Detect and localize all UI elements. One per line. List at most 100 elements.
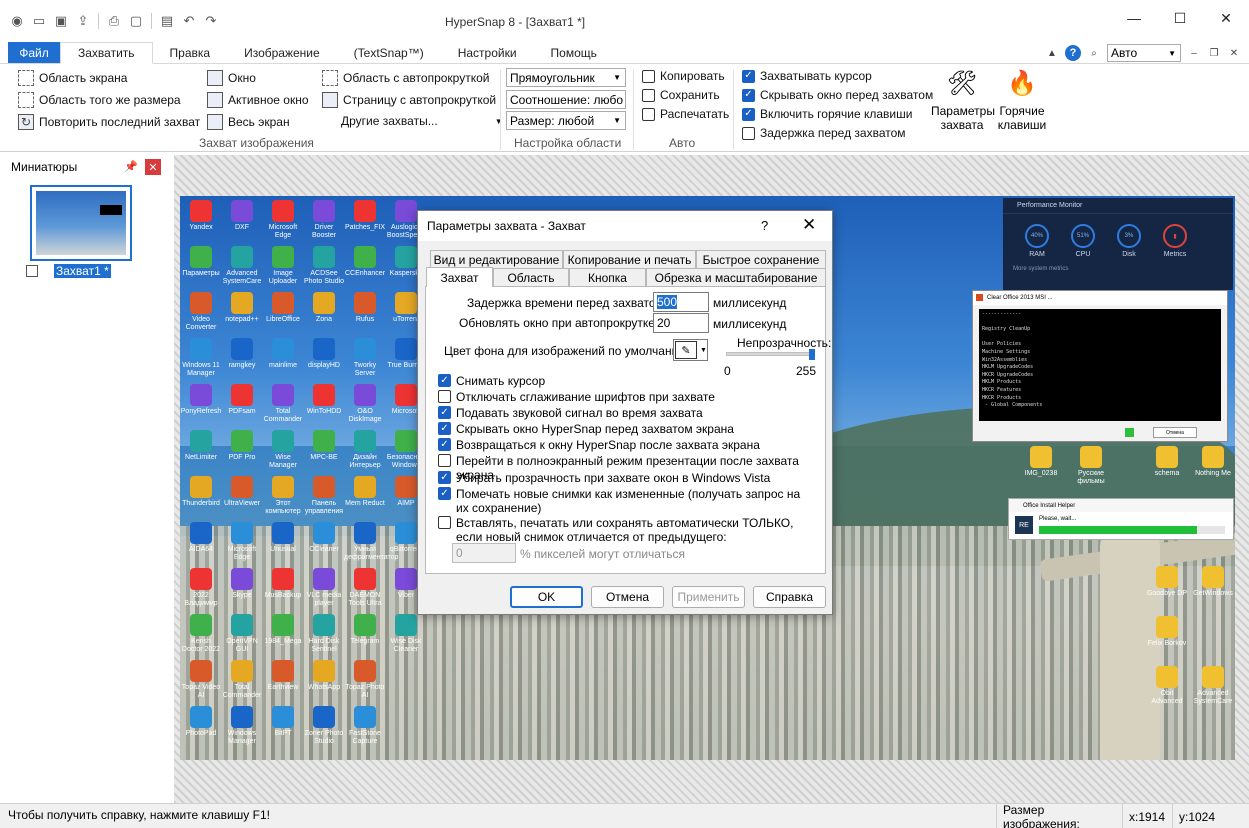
doc-restore-button[interactable]: ❐ [1207, 48, 1221, 59]
tab-quick-save[interactable]: Быстрое сохранение [696, 250, 826, 268]
desktop-icon[interactable]: Earthview [262, 660, 304, 692]
dialog-checkbox-row[interactable]: Отключать сглаживание шрифтов при захват… [438, 390, 813, 404]
desktop-icon[interactable]: Microsoft Edge [221, 522, 263, 562]
clipboard-icon[interactable]: ▤ [158, 13, 176, 29]
save-icon[interactable]: ▣ [52, 13, 70, 29]
desktop-icon[interactable]: Kerish Doctor 2022 [180, 614, 222, 654]
desktop-icon[interactable]: Telegram [344, 614, 386, 646]
close-button[interactable]: ✕ [1203, 0, 1249, 36]
apply-button[interactable]: Применить [672, 586, 745, 608]
desktop-icon[interactable]: Tworky Server [344, 338, 386, 378]
desktop-icon[interactable]: Панель управления [303, 476, 345, 516]
desktop-icon[interactable]: PonyRefresh [180, 384, 222, 416]
dialog-checkbox-row[interactable]: ✓ Скрывать окно HyperSnap перед захватом … [438, 422, 813, 436]
thumbnail-checkbox[interactable] [26, 265, 38, 277]
desktop-icon[interactable]: PDFsam [221, 384, 263, 416]
desktop-icon[interactable]: ACDSee Photo Studio [303, 246, 345, 286]
dialog-checkbox-row[interactable]: ✓ Помечать новые снимки как измененные (п… [438, 487, 813, 515]
desktop-icon[interactable]: UltraViewer [221, 476, 263, 508]
desktop-icon[interactable]: Total Commander [221, 660, 263, 700]
desktop-icon[interactable]: Умный дефрагментатор [344, 522, 398, 562]
capture-window-button[interactable]: Окно [207, 70, 256, 86]
desktop-icon[interactable]: Rufus [344, 292, 386, 324]
desktop-icon[interactable]: schema [1146, 446, 1188, 478]
capture-same-size-button[interactable]: Область того же размера [18, 92, 181, 108]
dialog-checkbox-row[interactable]: ✓ Подавать звуковой сигнал во время захва… [438, 406, 813, 420]
desktop-icon[interactable]: O&O DiskImage [344, 384, 386, 424]
tab-settings[interactable]: Настройки [441, 42, 534, 63]
desktop-icon[interactable]: Topaz Video AI [180, 660, 222, 700]
checkbox-box[interactable] [438, 516, 451, 529]
close-icon[interactable]: ✕ [145, 159, 161, 175]
tab-button[interactable]: Кнопка [569, 268, 646, 286]
dialog-close-button[interactable]: ✕ [802, 215, 816, 235]
desktop-icon[interactable]: DAEMON Tools Ultra [344, 568, 386, 608]
desktop-icon[interactable]: CCleaner [303, 522, 345, 554]
desktop-icon[interactable]: PDF Pro [221, 430, 263, 462]
desktop-icon[interactable]: Driver Booster [303, 200, 345, 240]
capture-fullscreen-button[interactable]: Весь экран [207, 114, 290, 130]
zoom-select[interactable]: Авто ▼ [1107, 44, 1181, 62]
undo-icon[interactable]: ↶ [180, 13, 198, 29]
desktop-icon[interactable]: Zona [303, 292, 345, 324]
dialog-checkbox-row[interactable]: ✓ Возвращаться к окну HyperSnap после зах… [438, 438, 813, 452]
desktop-icon[interactable]: Skype [221, 568, 263, 600]
help-button[interactable]: Справка [753, 586, 826, 608]
desktop-icon[interactable]: Microsoft Edge [262, 200, 304, 240]
capture-cursor-checkbox[interactable]: ✓ Захватывать курсор [742, 69, 872, 83]
checkbox-box[interactable] [438, 390, 451, 403]
checkbox-checked[interactable]: ✓ [438, 374, 451, 387]
desktop-icon[interactable]: Wise Manager [262, 430, 304, 470]
desktop-icon[interactable]: 1984_Mega [262, 614, 304, 646]
pin-icon[interactable]: 📌 [124, 160, 138, 173]
hotkeys-button[interactable]: 🔥 Горячие клавиши [991, 68, 1053, 133]
region-size-combo[interactable]: Размер: любой ▼ [506, 111, 626, 130]
desktop-icon[interactable]: Zoner Photo Studio [303, 706, 345, 746]
checkbox-checked[interactable]: ✓ [438, 406, 451, 419]
desktop-icon[interactable]: Русские фильмы [1070, 446, 1112, 486]
capture-params-button[interactable]: 🛠 Параметры захвата [931, 68, 995, 133]
cancel-button[interactable]: Отмена [591, 586, 664, 608]
desktop-icon[interactable]: Mem Reduct [344, 476, 386, 508]
print-icon[interactable]: ⎙ [105, 13, 123, 29]
desktop-icon[interactable]: MusBackup [262, 568, 304, 600]
desktop-icon[interactable]: BitPT [262, 706, 304, 738]
desktop-icon[interactable]: Felix Borkov [1146, 616, 1188, 648]
auto-save-checkbox[interactable]: Сохранить [642, 88, 720, 102]
checkbox-checked[interactable]: ✓ [438, 487, 451, 500]
desktop-icon[interactable]: LibreOffice [262, 292, 304, 324]
checkbox-checked[interactable]: ✓ [438, 422, 451, 435]
desktop-icon[interactable]: Этот компьютер [262, 476, 304, 516]
checkbox-box[interactable] [438, 454, 451, 467]
thumbnail-label[interactable]: Захват1 * [54, 264, 111, 278]
desktop-icon[interactable]: PhotoPad [180, 706, 222, 738]
desktop-icon[interactable]: Topaz Photo AI [344, 660, 386, 700]
desktop-icon[interactable]: Patches_FIX [344, 200, 386, 232]
desktop-icon[interactable]: Nothing Me [1192, 446, 1234, 478]
tab-capture[interactable]: Захватить [60, 42, 153, 64]
tab-capture[interactable]: Захват [426, 267, 493, 287]
hotkeys-checkbox[interactable]: ✓ Включить горячие клавиши [742, 107, 912, 121]
checkbox-checked[interactable]: ✓ [438, 438, 451, 451]
tab-copy-print[interactable]: Копирование и печать [563, 250, 696, 268]
capture-region-button[interactable]: Область экрана [18, 70, 127, 86]
auto-print-checkbox[interactable]: Распечатать [642, 107, 729, 121]
repeat-last-capture-button[interactable]: ↻ Повторить последний захват [18, 114, 200, 130]
dialog-checkbox-row[interactable]: ✓ Убирать прозрачность при захвате окон в… [438, 471, 813, 485]
desktop-icon[interactable]: Advanced SystemCare [221, 246, 263, 286]
desktop-icon[interactable]: mainlime [262, 338, 304, 370]
desktop-icon[interactable]: IMG_0238 [1020, 446, 1062, 478]
delay-checkbox[interactable]: Задержка перед захватом [742, 126, 906, 140]
desktop-icon[interactable]: Thunderbird [180, 476, 222, 508]
delay-input[interactable]: 500 [653, 292, 709, 312]
desktop-icon[interactable]: Windows Manager [221, 706, 263, 746]
maximize-button[interactable]: ☐ [1157, 0, 1203, 36]
refresh-input[interactable]: 20 [653, 313, 709, 333]
desktop-icon[interactable]: OpenVPN GUI [221, 614, 263, 654]
capture-autoscroll-region-button[interactable]: Область с автопрокруткой [322, 70, 489, 86]
checkbox-checked[interactable]: ✓ [438, 471, 451, 484]
opacity-slider[interactable] [726, 352, 812, 356]
dialog-help-button[interactable]: ? [761, 218, 768, 233]
hide-window-checkbox[interactable]: ✓ Скрывать окно перед захватом [742, 88, 933, 102]
doc-close-button[interactable]: ✕ [1227, 48, 1241, 59]
